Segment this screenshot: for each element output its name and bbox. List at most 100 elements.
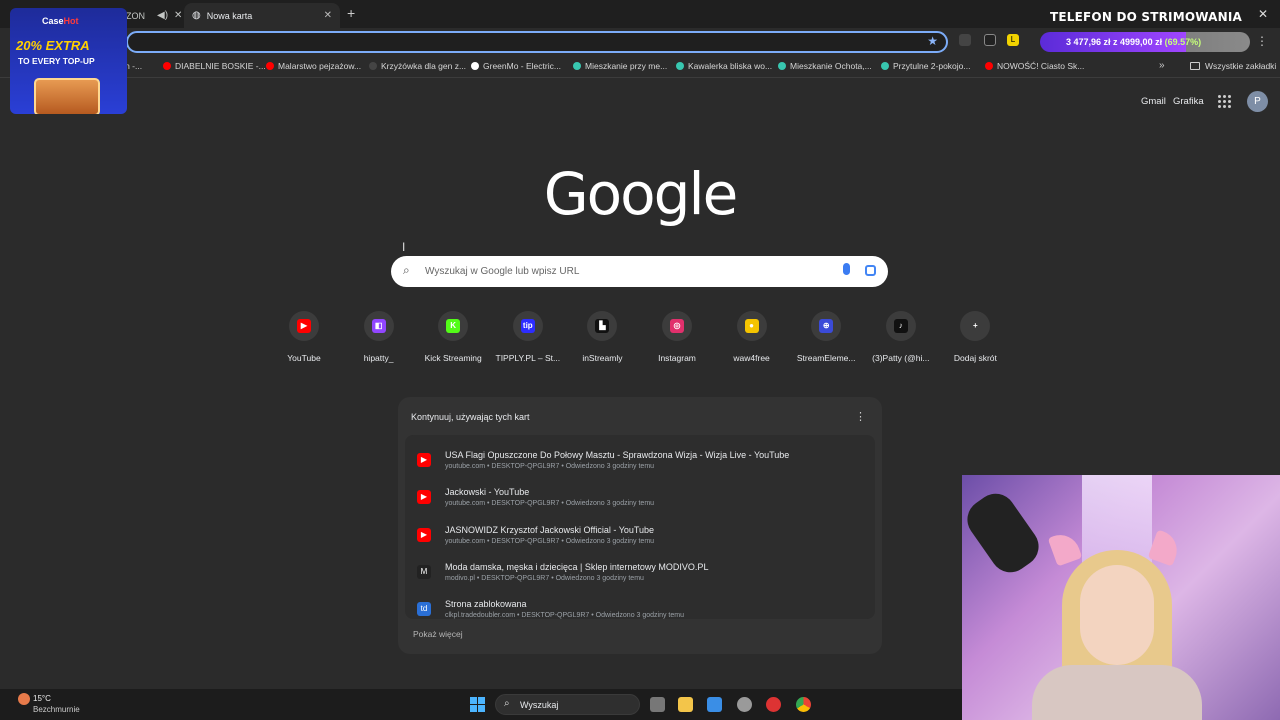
show-more-link[interactable]: Pokaż więcej bbox=[413, 629, 463, 639]
menu-icon[interactable]: ⋮ bbox=[1256, 34, 1268, 48]
bookmark-item[interactable]: Przytulne 2-pokojo... bbox=[881, 61, 970, 71]
microphone-icon[interactable] bbox=[843, 263, 850, 275]
gmail-link[interactable]: Gmail bbox=[1141, 96, 1166, 107]
recent-tab-title: USA Flagi Opuszczone Do Połowy Masztu - … bbox=[445, 450, 790, 460]
google-lens-icon[interactable] bbox=[865, 265, 876, 276]
windows-start-icon[interactable] bbox=[470, 697, 485, 712]
extension-icon[interactable] bbox=[959, 34, 971, 46]
bookmark-item[interactable]: Malarstwo pejzażow... bbox=[266, 61, 361, 71]
youtube-icon: ▶ bbox=[297, 319, 311, 333]
bookmark-item[interactable]: GreenMo - Electric... bbox=[471, 61, 561, 71]
bookmark-favicon-icon bbox=[881, 62, 889, 70]
weather-status[interactable]: Bezchmurnie bbox=[33, 705, 80, 714]
recent-tab-row[interactable]: ▶ USA Flagi Opuszczone Do Połowy Masztu -… bbox=[405, 445, 875, 481]
tab-inactive[interactable]: EZON ◀) ✕ bbox=[120, 3, 182, 28]
store-icon[interactable] bbox=[707, 697, 722, 712]
twitch-icon: ◧ bbox=[371, 319, 386, 333]
shortcut-label: (3)Patty (@hi... bbox=[872, 353, 930, 363]
shortcut-icon-circle: + bbox=[960, 311, 991, 341]
recent-tab-title: Moda damska, męska i dziecięca | Sklep i… bbox=[445, 561, 709, 572]
bookmark-favicon-icon bbox=[369, 62, 377, 70]
youtube-icon: ▶ bbox=[417, 490, 431, 505]
recent-tab-row[interactable]: ▶ JASNOWIDZ Krzysztof Jackowski Official … bbox=[405, 520, 875, 556]
shortcut-label: Dodaj skrót bbox=[953, 353, 997, 363]
shortcut-tile[interactable]: + Dodaj skrót bbox=[937, 311, 1013, 363]
chrome-icon[interactable] bbox=[796, 697, 811, 712]
speaker-icon[interactable]: ◀) bbox=[157, 10, 168, 21]
webcam-overlay bbox=[962, 475, 1280, 720]
casehot-ad-banner[interactable]: CaseHot 20% EXTRA TO EVERY TOP-UP bbox=[10, 8, 127, 114]
search-icon: ⌕ bbox=[504, 698, 510, 709]
recent-tab-row[interactable]: M Moda damska, męska i dziecięca | Sklep … bbox=[405, 557, 875, 593]
taskbar: 15°C Bezchmurnie ⌕ Wyszukaj bbox=[0, 689, 962, 720]
bookmark-item[interactable]: DIABELNIE BOSKIE -... bbox=[163, 61, 266, 71]
images-link[interactable]: Grafika bbox=[1173, 96, 1204, 107]
shortcut-label: inStreamly bbox=[582, 353, 623, 363]
new-tab-button[interactable]: + bbox=[347, 5, 355, 21]
bookmark-favicon-icon bbox=[985, 62, 993, 70]
all-bookmarks-button[interactable]: Wszystkie zakładki bbox=[1190, 61, 1276, 71]
shortcut-icon-circle: tip bbox=[512, 311, 543, 341]
shortcut-icon-circle: ▶ bbox=[289, 311, 319, 341]
search-box[interactable]: ⌕ bbox=[391, 256, 888, 287]
recent-tab-meta: youtube.com • DESKTOP-QPGL9R7 • Odwiedzo… bbox=[445, 463, 655, 470]
window-close-icon[interactable]: ✕ bbox=[1258, 7, 1268, 21]
bookmark-label: Malarstwo pejzażow... bbox=[278, 61, 362, 71]
star-icon[interactable]: ★ bbox=[927, 34, 938, 48]
shortcut-tile[interactable]: ▶ YouTube bbox=[266, 311, 342, 363]
bookmark-item[interactable]: Mieszkanie Ochota,... bbox=[778, 61, 872, 71]
recent-tab-row[interactable]: td Strona zablokowana clkpl.tradedoubler.c… bbox=[405, 594, 875, 630]
youtube-icon: ▶ bbox=[417, 453, 431, 467]
settings-gear-icon[interactable] bbox=[737, 697, 752, 712]
shortcut-tile[interactable]: ♪ (3)Patty (@hi... bbox=[863, 311, 939, 363]
card-title: Kontynuuj, używając tych kart bbox=[411, 412, 530, 422]
avatar[interactable]: P bbox=[1247, 91, 1268, 112]
streamer-face bbox=[1080, 565, 1154, 665]
shortcut-tile[interactable]: ◧ hipatty_ bbox=[341, 311, 417, 363]
apps-grid-icon[interactable] bbox=[1218, 95, 1232, 109]
close-icon[interactable]: ✕ bbox=[324, 10, 332, 21]
shortcut-icon-circle: ⊕ bbox=[811, 311, 842, 341]
extension-icon[interactable]: L bbox=[1007, 34, 1019, 46]
bookmark-item[interactable]: NOWOŚĆ! Ciasto Sk... bbox=[985, 61, 1084, 71]
shortcut-tile[interactable]: ⊕ StreamEleme... bbox=[788, 311, 864, 363]
shortcut-tile[interactable]: ● waw4free bbox=[714, 311, 790, 363]
google-logo: Google bbox=[543, 160, 739, 228]
bookmark-item[interactable]: Krzyżówka dla gen z... bbox=[369, 61, 466, 71]
donation-goal-amount: 3 477,96 zł z 4999,00 zł bbox=[1066, 37, 1165, 47]
all-bookmarks-label: Wszystkie zakładki bbox=[1205, 61, 1277, 71]
shortcut-tile[interactable]: tip TIPPLY.PL – St... bbox=[490, 311, 566, 363]
file-explorer-icon[interactable] bbox=[678, 697, 693, 712]
tab-new[interactable]: ◍ Nowa karta ✕ bbox=[184, 3, 340, 28]
tab-new-label: Nowa karta bbox=[206, 10, 253, 21]
app-icon[interactable] bbox=[766, 697, 781, 712]
recent-tab-row[interactable]: ▶ Jackowski - YouTube youtube.com • DESKTO… bbox=[405, 482, 875, 518]
shortcut-label: StreamEleme... bbox=[796, 353, 856, 363]
task-view-icon[interactable] bbox=[650, 697, 665, 712]
recent-tab-title: Strona zablokowana bbox=[445, 599, 527, 610]
taskbar-search-label: Wyszukaj bbox=[520, 700, 559, 710]
extension-icon[interactable] bbox=[984, 34, 996, 46]
address-bar[interactable]: ★ bbox=[126, 31, 948, 53]
recent-tab-meta: youtube.com • DESKTOP-QPGL9R7 • Odwiedzo… bbox=[445, 500, 655, 508]
instreamly-icon: ▙ bbox=[595, 319, 610, 333]
folder-icon bbox=[1190, 62, 1200, 70]
close-icon[interactable]: ✕ bbox=[174, 10, 182, 21]
bookmark-item[interactable]: Mieszkanie przy me... bbox=[573, 61, 667, 71]
shortcut-icon-circle: ◎ bbox=[662, 311, 692, 341]
shortcut-tile[interactable]: K Kick Streaming bbox=[415, 311, 491, 363]
card-menu-icon[interactable]: ⋮ bbox=[855, 410, 866, 423]
tradedoubler-icon: td bbox=[417, 602, 431, 617]
shortcut-tile[interactable]: ▙ inStreamly bbox=[564, 311, 640, 363]
search-input[interactable] bbox=[425, 262, 825, 280]
weather-icon[interactable] bbox=[18, 693, 30, 705]
shortcuts-grid: ▶ YouTube ◧ hipatty_ K Kick Streaming tip TIPPL… bbox=[266, 311, 1014, 371]
bookmark-item[interactable]: Kawalerka bliska wo... bbox=[676, 61, 772, 71]
bookmark-label: DIABELNIE BOSKIE -... bbox=[175, 61, 266, 71]
shortcut-icon-circle: ♪ bbox=[885, 311, 916, 341]
weather-temperature[interactable]: 15°C bbox=[33, 694, 51, 703]
chevron-more-icon[interactable]: » bbox=[1159, 60, 1165, 71]
taskbar-search[interactable]: ⌕ Wyszukaj bbox=[495, 694, 640, 715]
bookmark-label: Przytulne 2-pokojo... bbox=[893, 61, 971, 71]
shortcut-tile[interactable]: ◎ Instagram bbox=[639, 311, 715, 363]
